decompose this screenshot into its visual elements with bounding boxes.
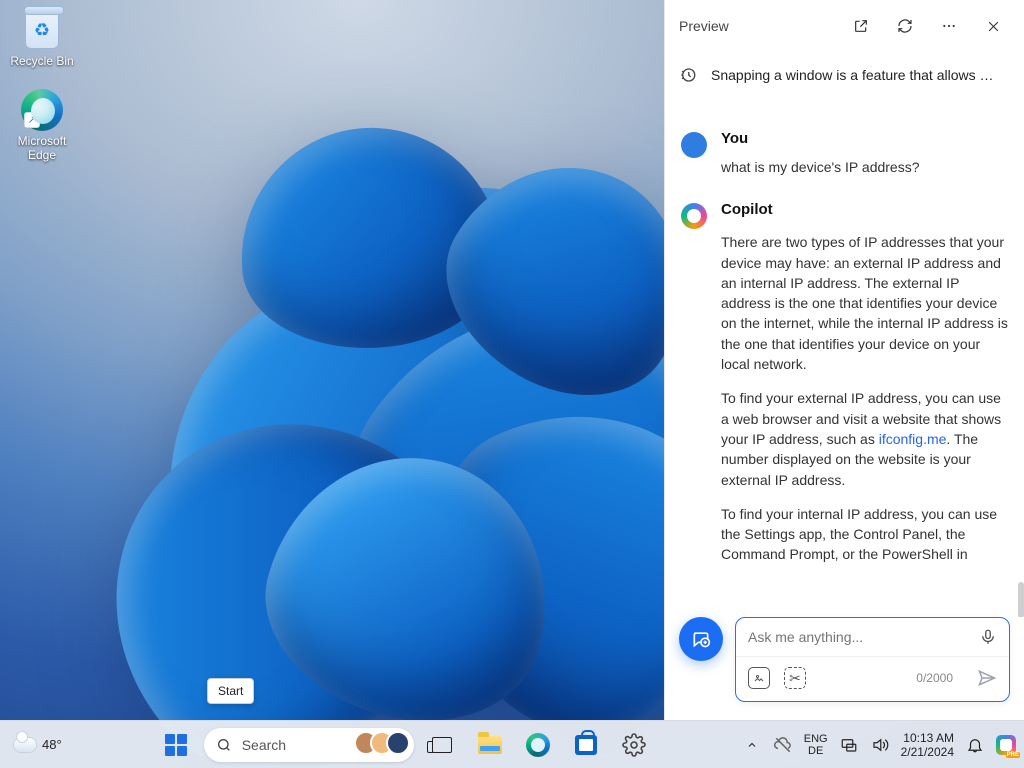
- taskbar-search[interactable]: Search: [204, 728, 414, 762]
- taskbar: 48° Search ENG DE: [0, 720, 1024, 768]
- copilot-name: Copilot: [721, 201, 1008, 218]
- mic-icon[interactable]: [979, 628, 997, 646]
- message-user: You what is my device's IP address?: [681, 130, 1008, 177]
- taskbar-edge-button[interactable]: [518, 725, 558, 765]
- windows-logo-icon: [165, 734, 187, 756]
- clock-time: 10:13 AM: [903, 731, 954, 745]
- copilot-avatar-icon: [681, 203, 707, 229]
- copilot-chat[interactable]: You what is my device's IP address? Copi…: [665, 102, 1024, 617]
- history-text: Snapping a window is a feature that allo…: [711, 67, 994, 83]
- store-icon: [575, 735, 597, 755]
- composer: ✂ 0/2000: [735, 617, 1010, 702]
- copilot-title: Preview: [679, 18, 834, 34]
- file-explorer-icon: [478, 736, 502, 754]
- ask-input[interactable]: [748, 629, 979, 645]
- close-icon[interactable]: [976, 9, 1010, 43]
- start-button[interactable]: [156, 725, 196, 765]
- copilot-panel: Preview Snapping a window is a feature t…: [664, 0, 1024, 720]
- desktop-icon-edge[interactable]: ↗ Microsoft Edge: [6, 88, 78, 162]
- system-tray: ENG DE 10:13 AM 2/21/2024 PRE: [742, 731, 1016, 759]
- shortcut-arrow-icon: ↗: [25, 113, 39, 127]
- send-icon[interactable]: [977, 668, 997, 688]
- open-external-icon[interactable]: [844, 9, 878, 43]
- user-message-text: what is my device's IP address?: [721, 157, 1008, 177]
- more-icon[interactable]: [932, 9, 966, 43]
- volume-icon[interactable]: [870, 736, 890, 754]
- copilot-paragraph-3: To find your internal IP address, you ca…: [721, 504, 1008, 565]
- desktop-icon-recycle-bin[interactable]: ♻ Recycle Bin: [6, 8, 78, 68]
- tray-overflow-icon[interactable]: [742, 739, 762, 751]
- copilot-paragraph-1: There are two types of IP addresses that…: [721, 232, 1008, 374]
- clock-date: 2/21/2024: [901, 745, 954, 759]
- recycle-bin-icon: ♻: [20, 8, 64, 52]
- message-copilot: Copilot There are two types of IP addres…: [681, 201, 1008, 564]
- network-icon[interactable]: [839, 736, 859, 754]
- new-topic-button[interactable]: [679, 617, 723, 661]
- scrollbar-thumb[interactable]: [1018, 582, 1024, 617]
- search-icon: [216, 737, 232, 753]
- gear-icon: [622, 733, 646, 757]
- copilot-history-item[interactable]: Snapping a window is a feature that allo…: [665, 52, 1024, 102]
- notifications-icon[interactable]: [965, 736, 985, 754]
- search-highlight-icon: [362, 731, 410, 755]
- weather-temp: 48°: [42, 737, 62, 752]
- user-name: You: [721, 130, 1008, 147]
- start-tooltip: Start: [207, 678, 254, 704]
- edge-icon: ↗: [20, 88, 64, 132]
- copilot-paragraph-2: To find your external IP address, you ca…: [721, 388, 1008, 489]
- onedrive-icon[interactable]: [773, 735, 793, 755]
- ifconfig-link[interactable]: ifconfig.me: [879, 431, 947, 447]
- copilot-header: Preview: [665, 0, 1024, 52]
- edge-label: Microsoft Edge: [6, 134, 78, 162]
- recycle-bin-label: Recycle Bin: [10, 54, 73, 68]
- edge-icon: [526, 733, 550, 757]
- file-explorer-button[interactable]: [470, 725, 510, 765]
- settings-button[interactable]: [614, 725, 654, 765]
- task-view-icon: [432, 737, 452, 753]
- history-icon: [679, 66, 697, 84]
- taskbar-clock[interactable]: 10:13 AM 2/21/2024: [901, 731, 954, 759]
- refresh-icon[interactable]: [888, 9, 922, 43]
- user-avatar-icon: [681, 132, 707, 158]
- screenshot-icon[interactable]: ✂: [784, 667, 806, 689]
- microsoft-store-button[interactable]: [566, 725, 606, 765]
- copilot-taskbar-button[interactable]: PRE: [996, 735, 1016, 755]
- task-view-button[interactable]: [422, 725, 462, 765]
- language-indicator[interactable]: ENG DE: [804, 733, 828, 757]
- weather-widget[interactable]: 48°: [8, 737, 68, 752]
- image-attach-icon[interactable]: [748, 667, 770, 689]
- weather-cloud-icon: [14, 738, 36, 752]
- char-count: 0/2000: [916, 671, 953, 685]
- copilot-pre-badge: PRE: [1006, 752, 1020, 758]
